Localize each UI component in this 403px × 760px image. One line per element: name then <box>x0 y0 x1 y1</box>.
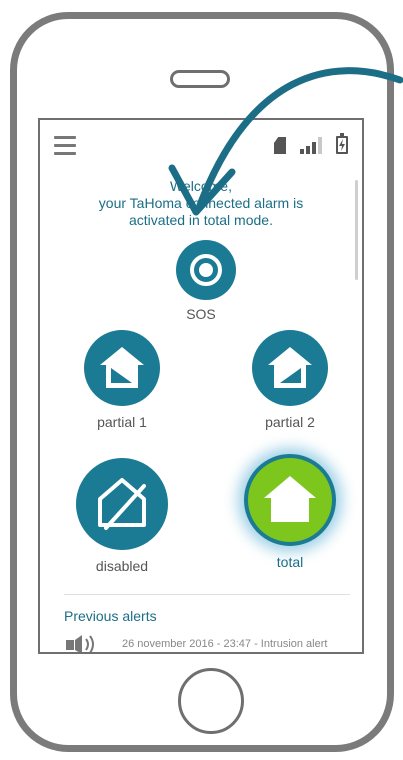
total-label: total <box>276 554 304 570</box>
disabled-label: disabled <box>95 558 149 574</box>
sim-card-icon <box>274 137 286 154</box>
welcome-line-1: Welcome, <box>170 178 232 194</box>
disabled-mode-button[interactable]: disabled <box>62 458 182 574</box>
partial-1-label: partial 1 <box>97 414 147 430</box>
siren-icon <box>66 635 94 652</box>
partial-2-mode-button[interactable]: partial 2 <box>230 330 350 430</box>
welcome-line-2: your TaHoma connected alarm is <box>98 195 304 211</box>
battery-charging-icon <box>336 133 348 154</box>
sos-label: SOS <box>186 306 216 322</box>
divider <box>64 594 350 595</box>
alert-text: 26 november 2016 - 23:47 - Intrusion ale… <box>122 638 328 650</box>
sos-button[interactable] <box>176 240 236 300</box>
house-crossed-icon[interactable] <box>76 458 168 550</box>
phone-home-button[interactable] <box>178 668 244 734</box>
status-icons <box>274 133 348 154</box>
total-mode-button[interactable]: total <box>230 454 350 570</box>
house-partial-icon[interactable] <box>252 330 328 406</box>
welcome-line-3: activated in total mode. <box>129 212 273 228</box>
house-icon[interactable] <box>244 454 336 546</box>
phone-speaker <box>170 70 230 88</box>
hamburger-menu-icon[interactable] <box>54 136 76 156</box>
house-partial-icon[interactable] <box>84 330 160 406</box>
app-screen: Welcome, your TaHoma connected alarm is … <box>38 118 364 654</box>
previous-alerts-heading[interactable]: Previous alerts <box>64 608 157 624</box>
status-bar <box>40 120 362 170</box>
list-item[interactable]: 26 november 2016 - 23:47 - Intrusion ale… <box>66 634 352 652</box>
partial-1-mode-button[interactable]: partial 1 <box>62 330 182 430</box>
partial-2-label: partial 2 <box>265 414 315 430</box>
signal-strength-icon <box>300 137 322 154</box>
welcome-message: Welcome, your TaHoma connected alarm is … <box>40 178 362 229</box>
